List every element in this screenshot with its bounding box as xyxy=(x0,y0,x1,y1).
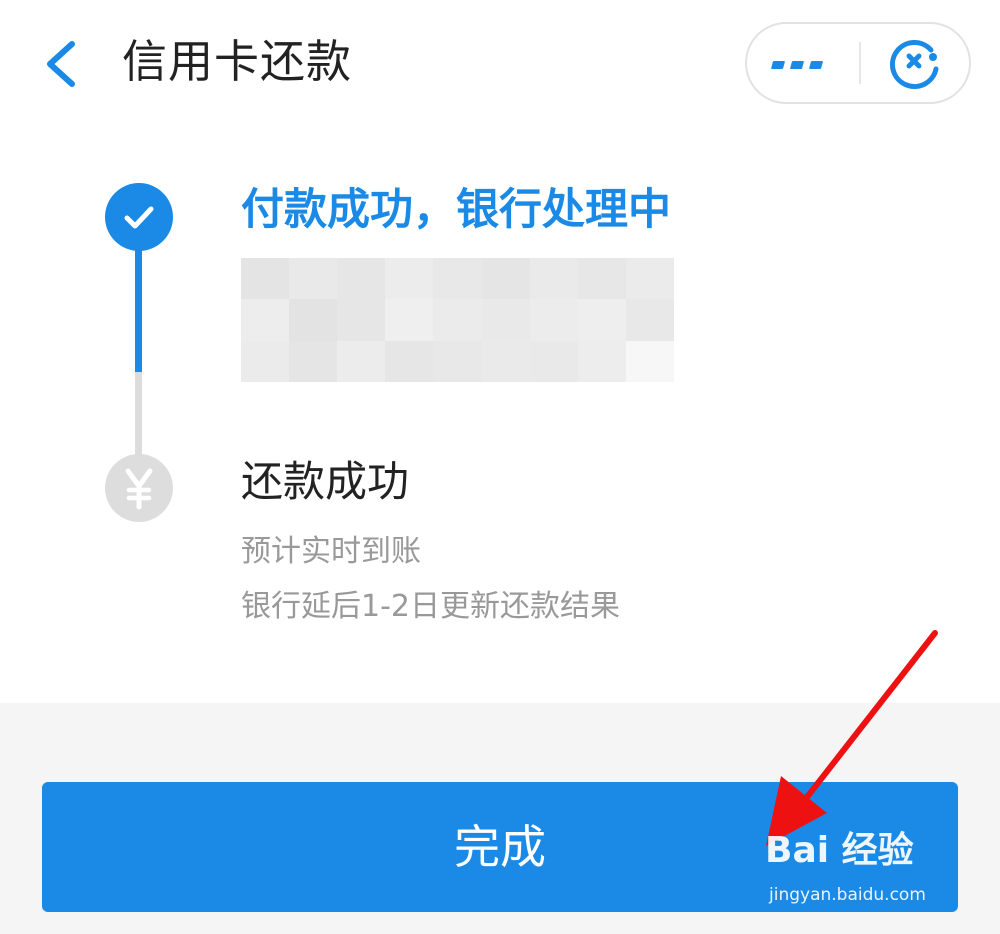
close-circle-icon xyxy=(889,40,939,90)
header-bar: 信用卡还款 xyxy=(0,0,1000,125)
more-button[interactable] xyxy=(747,24,859,102)
chevron-left-icon xyxy=(47,41,75,87)
timeline-progress-line xyxy=(135,240,142,372)
yen-icon xyxy=(125,468,153,510)
more-dots-icon xyxy=(771,61,823,69)
back-button[interactable] xyxy=(38,38,86,90)
step-repayment-desc-1: 预计实时到账 xyxy=(241,534,421,569)
step-pending-dot xyxy=(105,454,173,522)
close-button[interactable] xyxy=(861,24,971,102)
check-icon xyxy=(124,206,154,229)
step-payment-title: 付款成功，银行处理中 xyxy=(241,185,671,235)
step-done-dot xyxy=(105,183,173,251)
step-repayment-desc-2: 银行延后1-2日更新还款结果 xyxy=(241,589,620,624)
timeline-pending-line xyxy=(135,372,142,462)
step-repayment-title: 还款成功 xyxy=(241,457,410,506)
page-title: 信用卡还款 xyxy=(122,35,353,88)
redacted-info-block xyxy=(241,258,674,382)
done-button[interactable]: 完成 xyxy=(42,782,958,912)
mini-program-capsule xyxy=(745,22,971,104)
